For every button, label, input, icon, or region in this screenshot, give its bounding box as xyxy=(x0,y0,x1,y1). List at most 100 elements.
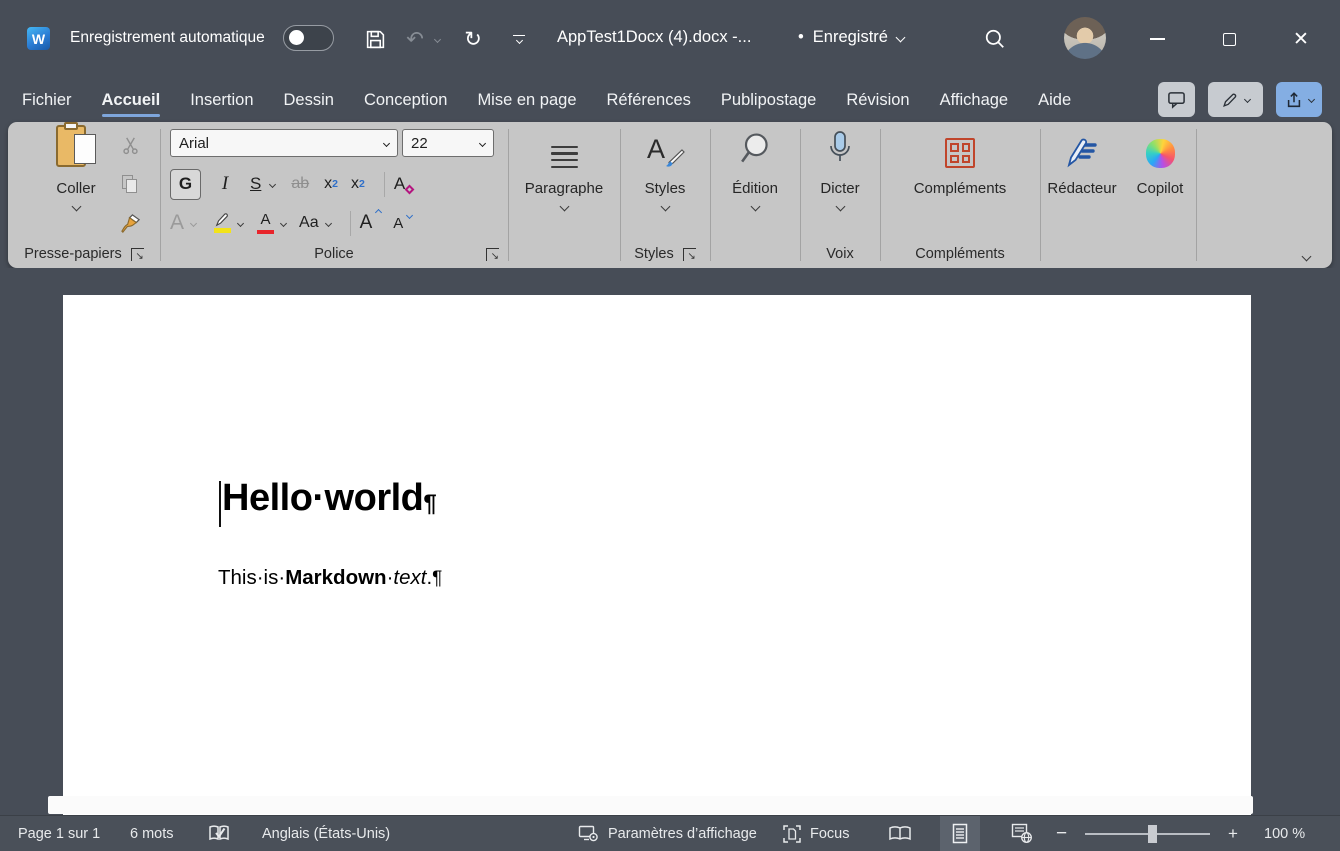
document-title[interactable]: AppTest1Docx (4).docx -... xyxy=(557,28,751,47)
chevron-down-icon[interactable] xyxy=(280,219,287,226)
bold-button[interactable]: G xyxy=(170,169,201,200)
copy-button[interactable] xyxy=(114,169,146,199)
share-button[interactable] xyxy=(1276,82,1322,117)
draw-pen-button[interactable] xyxy=(1208,82,1263,117)
proofing-button[interactable] xyxy=(208,816,230,851)
zoom-out-button[interactable]: − xyxy=(1056,816,1067,851)
editing-button[interactable]: Édition xyxy=(710,128,800,248)
copilot-button[interactable]: Copilot xyxy=(1124,128,1196,248)
superscript-button[interactable]: x2 xyxy=(351,175,365,193)
word-app-icon[interactable]: W xyxy=(27,27,50,50)
focus-icon xyxy=(782,824,802,844)
quick-access-toolbar-button[interactable] xyxy=(502,22,536,56)
text-effects-button[interactable]: A xyxy=(170,211,184,235)
mini-separator xyxy=(384,172,385,197)
clipboard-dialog-launcher[interactable]: ↘ xyxy=(131,248,144,261)
status-label: Enregistré xyxy=(813,28,888,47)
styles-dialog-launcher[interactable]: ↘ xyxy=(683,248,696,261)
styles-button[interactable]: A Styles xyxy=(620,128,710,248)
font-size-value: 22 xyxy=(411,135,428,152)
font-size-select[interactable]: 22 xyxy=(402,129,494,157)
highlight-color-button[interactable] xyxy=(213,213,231,233)
page-indicator[interactable]: Page 1 sur 1 xyxy=(18,816,100,851)
chevron-down-icon[interactable] xyxy=(237,219,244,226)
minimize-button[interactable] xyxy=(1134,20,1180,58)
tab-fichier[interactable]: Fichier xyxy=(20,78,74,122)
comment-icon xyxy=(1167,90,1186,109)
paragraph-lines-icon xyxy=(551,146,578,168)
zoom-slider-thumb[interactable] xyxy=(1148,825,1157,843)
print-layout-button[interactable] xyxy=(940,816,980,851)
font-row-1: G I S ab x2 x2 A xyxy=(170,168,405,200)
save-button[interactable] xyxy=(358,22,392,56)
clear-formatting-button[interactable]: A xyxy=(394,174,405,194)
font-dialog-launcher[interactable]: ↘ xyxy=(486,248,499,261)
display-settings-label: Paramètres d’affichage xyxy=(608,826,757,842)
zoom-level[interactable]: 100 % xyxy=(1264,816,1305,851)
editor-button[interactable]: Rédacteur xyxy=(1040,128,1124,248)
tab-affichage[interactable]: Affichage xyxy=(938,78,1011,122)
collapse-ribbon-chevron[interactable] xyxy=(1302,252,1312,262)
tab-mise-en-page[interactable]: Mise en page xyxy=(475,78,578,122)
format-painter-button[interactable] xyxy=(114,208,146,238)
change-case-button[interactable]: Aa xyxy=(299,214,319,232)
tab-insertion[interactable]: Insertion xyxy=(188,78,255,122)
word-count[interactable]: 6 mots xyxy=(130,816,174,851)
save-status[interactable]: • Enregistré xyxy=(798,28,904,47)
italic-button[interactable]: I xyxy=(214,173,236,195)
undo-button[interactable]: ↶ xyxy=(398,22,432,56)
font-color-button[interactable]: A xyxy=(257,212,274,234)
dictate-button[interactable]: Dicter xyxy=(800,128,880,248)
tab-dessin[interactable]: Dessin xyxy=(282,78,336,122)
cut-button[interactable] xyxy=(114,130,146,160)
language-indicator[interactable]: Anglais (États-Unis) xyxy=(262,816,390,851)
styles-group-label: Styles xyxy=(634,246,674,262)
horizontal-scrollbar-thumb[interactable] xyxy=(48,796,1253,814)
grow-font-button[interactable]: A xyxy=(360,212,373,234)
pilcrow-mark: ¶ xyxy=(432,568,442,589)
focus-button[interactable]: Focus xyxy=(782,816,850,851)
chevron-down-icon[interactable] xyxy=(325,219,332,226)
undo-dropdown[interactable] xyxy=(430,22,444,56)
redo-button[interactable]: ↻ xyxy=(456,22,490,56)
word-window: W Enregistrement automatique ↶ ↻ AppTest… xyxy=(0,0,1340,851)
close-button[interactable]: ✕ xyxy=(1278,20,1324,58)
font-color-bar xyxy=(257,230,274,235)
read-mode-button[interactable] xyxy=(880,816,920,851)
autosave-toggle[interactable] xyxy=(283,25,334,51)
proofing-book-icon xyxy=(208,824,230,844)
font-row-2: A A Aa A A xyxy=(170,206,403,240)
tab-aide[interactable]: Aide xyxy=(1036,78,1073,122)
status-bar: Page 1 sur 1 6 mots Anglais (États-Unis)… xyxy=(0,815,1340,851)
chevron-down-icon[interactable] xyxy=(190,219,197,226)
zoom-in-button[interactable]: + xyxy=(1228,816,1238,851)
magnifier-icon xyxy=(738,132,772,168)
search-icon xyxy=(984,28,1006,50)
subscript-button[interactable]: x2 xyxy=(324,175,338,193)
tab-references[interactable]: Références xyxy=(605,78,693,122)
addins-button[interactable]: Compléments xyxy=(880,128,1040,248)
tab-publipostage[interactable]: Publipostage xyxy=(719,78,818,122)
display-settings-button[interactable]: Paramètres d’affichage xyxy=(578,816,757,851)
document-heading: Hello·world¶ xyxy=(222,477,436,520)
font-name-select[interactable]: Arial xyxy=(170,129,398,157)
user-avatar[interactable] xyxy=(1064,17,1106,59)
paste-button[interactable]: Coller xyxy=(34,128,118,248)
comments-button[interactable] xyxy=(1158,82,1195,117)
chevron-down-icon[interactable] xyxy=(269,180,276,187)
strikethrough-button[interactable]: ab xyxy=(291,175,309,193)
underline-button[interactable]: S xyxy=(250,174,261,194)
chevron-up-icon xyxy=(375,209,382,216)
tab-revision[interactable]: Révision xyxy=(844,78,911,122)
tabrow-actions xyxy=(1158,82,1322,117)
tab-conception[interactable]: Conception xyxy=(362,78,449,122)
paragraph-button[interactable]: Paragraphe xyxy=(508,128,620,248)
maximize-button[interactable] xyxy=(1206,20,1252,58)
search-button[interactable] xyxy=(978,22,1012,56)
chevron-down-icon xyxy=(479,139,486,146)
shrink-font-button[interactable]: A xyxy=(393,215,403,232)
tab-accueil[interactable]: Accueil xyxy=(100,78,163,122)
chevron-down-icon xyxy=(383,139,390,146)
document-page[interactable]: Hello·world¶ This·is·Markdown·text.¶ xyxy=(63,295,1251,815)
web-layout-button[interactable] xyxy=(1002,816,1042,851)
